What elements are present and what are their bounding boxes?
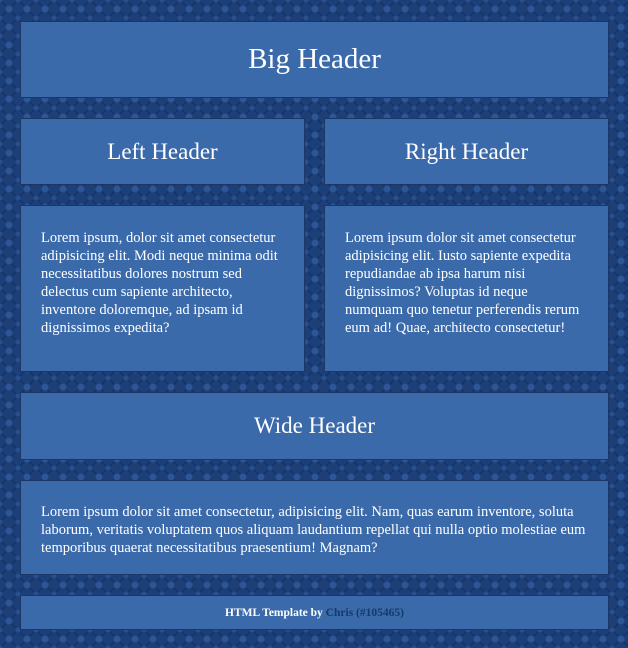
wide-header-title: Wide Header [253,413,376,438]
left-header-panel: Left Header [20,118,305,185]
right-content-panel: Lorem ipsum dolor sit amet consectetur a… [324,205,609,372]
left-content-text: Lorem ipsum, dolor sit amet consectetur … [41,230,278,336]
right-header-title: Right Header [404,138,529,164]
left-header-title: Left Header [107,138,218,164]
footer-prefix: HTML Template by [225,606,326,619]
footer-template-id: (#105465) [353,606,404,619]
big-header-title: Big Header [248,43,381,75]
wide-header-panel: Wide Header [20,392,609,460]
wide-content-text: Lorem ipsum dolor sit amet consectetur, … [41,504,586,556]
wide-content-panel: Lorem ipsum dolor sit amet consectetur, … [20,480,609,575]
left-content-panel: Lorem ipsum, dolor sit amet consectetur … [20,205,305,372]
footer-author-link[interactable]: Chris [326,607,353,619]
footer-panel: HTML Template by Chris (#105465) [20,595,609,630]
right-content-text: Lorem ipsum dolor sit amet consectetur a… [345,230,580,336]
footer-credit: HTML Template by Chris (#105465) [225,607,404,619]
right-header-panel: Right Header [324,118,609,185]
big-header-panel: Big Header [20,21,609,98]
